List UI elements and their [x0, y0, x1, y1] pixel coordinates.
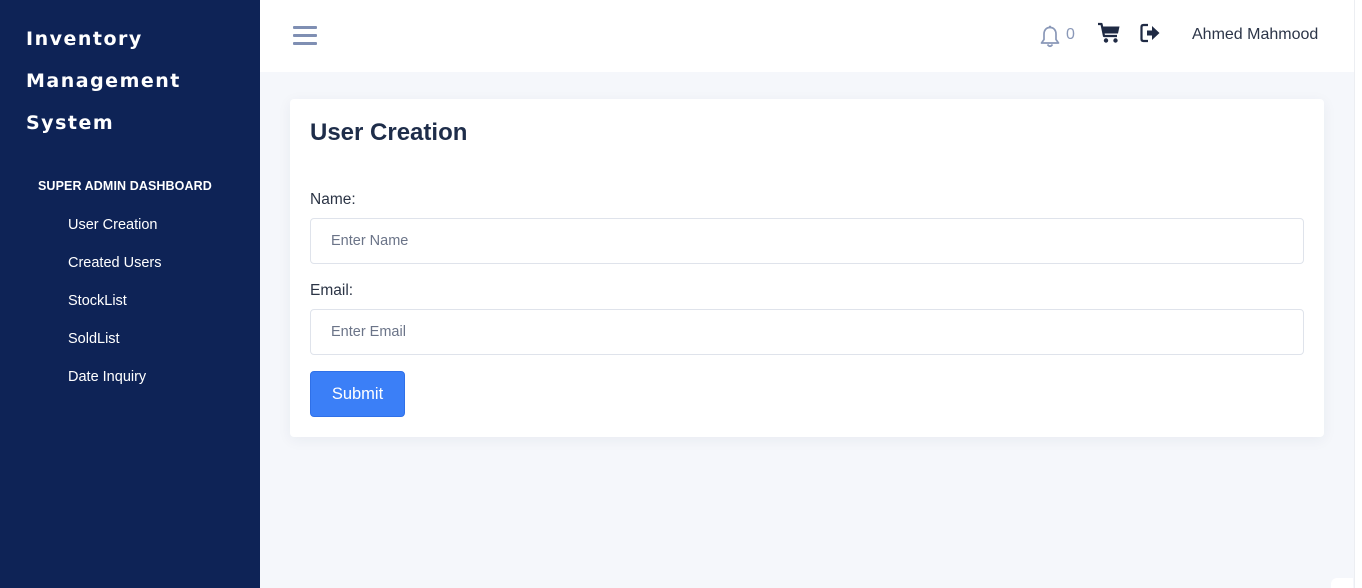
brand-line-1: Inventory	[26, 28, 143, 50]
sidebar-item-date-inquiry[interactable]: Date Inquiry	[68, 367, 161, 405]
sidebar-item-created-users[interactable]: Created Users	[68, 253, 161, 291]
scroll-corner	[1331, 578, 1353, 588]
name-label: Name:	[310, 191, 356, 208]
sidebar-item-soldlist[interactable]: SoldList	[68, 329, 161, 367]
user-creation-card: User Creation Name: Email: Submit	[290, 99, 1324, 437]
logout-icon[interactable]	[1139, 22, 1161, 44]
sidebar: Inventory Management System SUPER ADMIN …	[0, 0, 260, 588]
email-input[interactable]	[310, 309, 1304, 355]
menu-icon[interactable]	[293, 26, 317, 46]
user-name[interactable]: Ahmed Mahmood	[1192, 26, 1318, 44]
cart-icon[interactable]	[1097, 22, 1121, 44]
page-scrollbar[interactable]	[1354, 0, 1362, 588]
email-label: Email:	[310, 282, 354, 299]
name-input[interactable]	[310, 218, 1304, 264]
app-brand[interactable]: Inventory Management System	[26, 18, 181, 144]
submit-button[interactable]: Submit	[310, 371, 405, 417]
notification-count: 0	[1066, 26, 1075, 43]
sidebar-item-user-creation[interactable]: User Creation	[68, 215, 161, 253]
brand-line-3: System	[26, 112, 115, 134]
page-title: User Creation	[310, 119, 468, 146]
top-bar: 0 Ahmed Mahmood	[260, 0, 1354, 72]
sidebar-item-stocklist[interactable]: StockList	[68, 291, 161, 329]
bell-icon[interactable]	[1039, 25, 1061, 49]
sidebar-section-title: SUPER ADMIN DASHBOARD	[38, 179, 212, 193]
sidebar-nav: User Creation Created Users StockList So…	[68, 215, 161, 405]
brand-line-2: Management	[26, 70, 181, 92]
